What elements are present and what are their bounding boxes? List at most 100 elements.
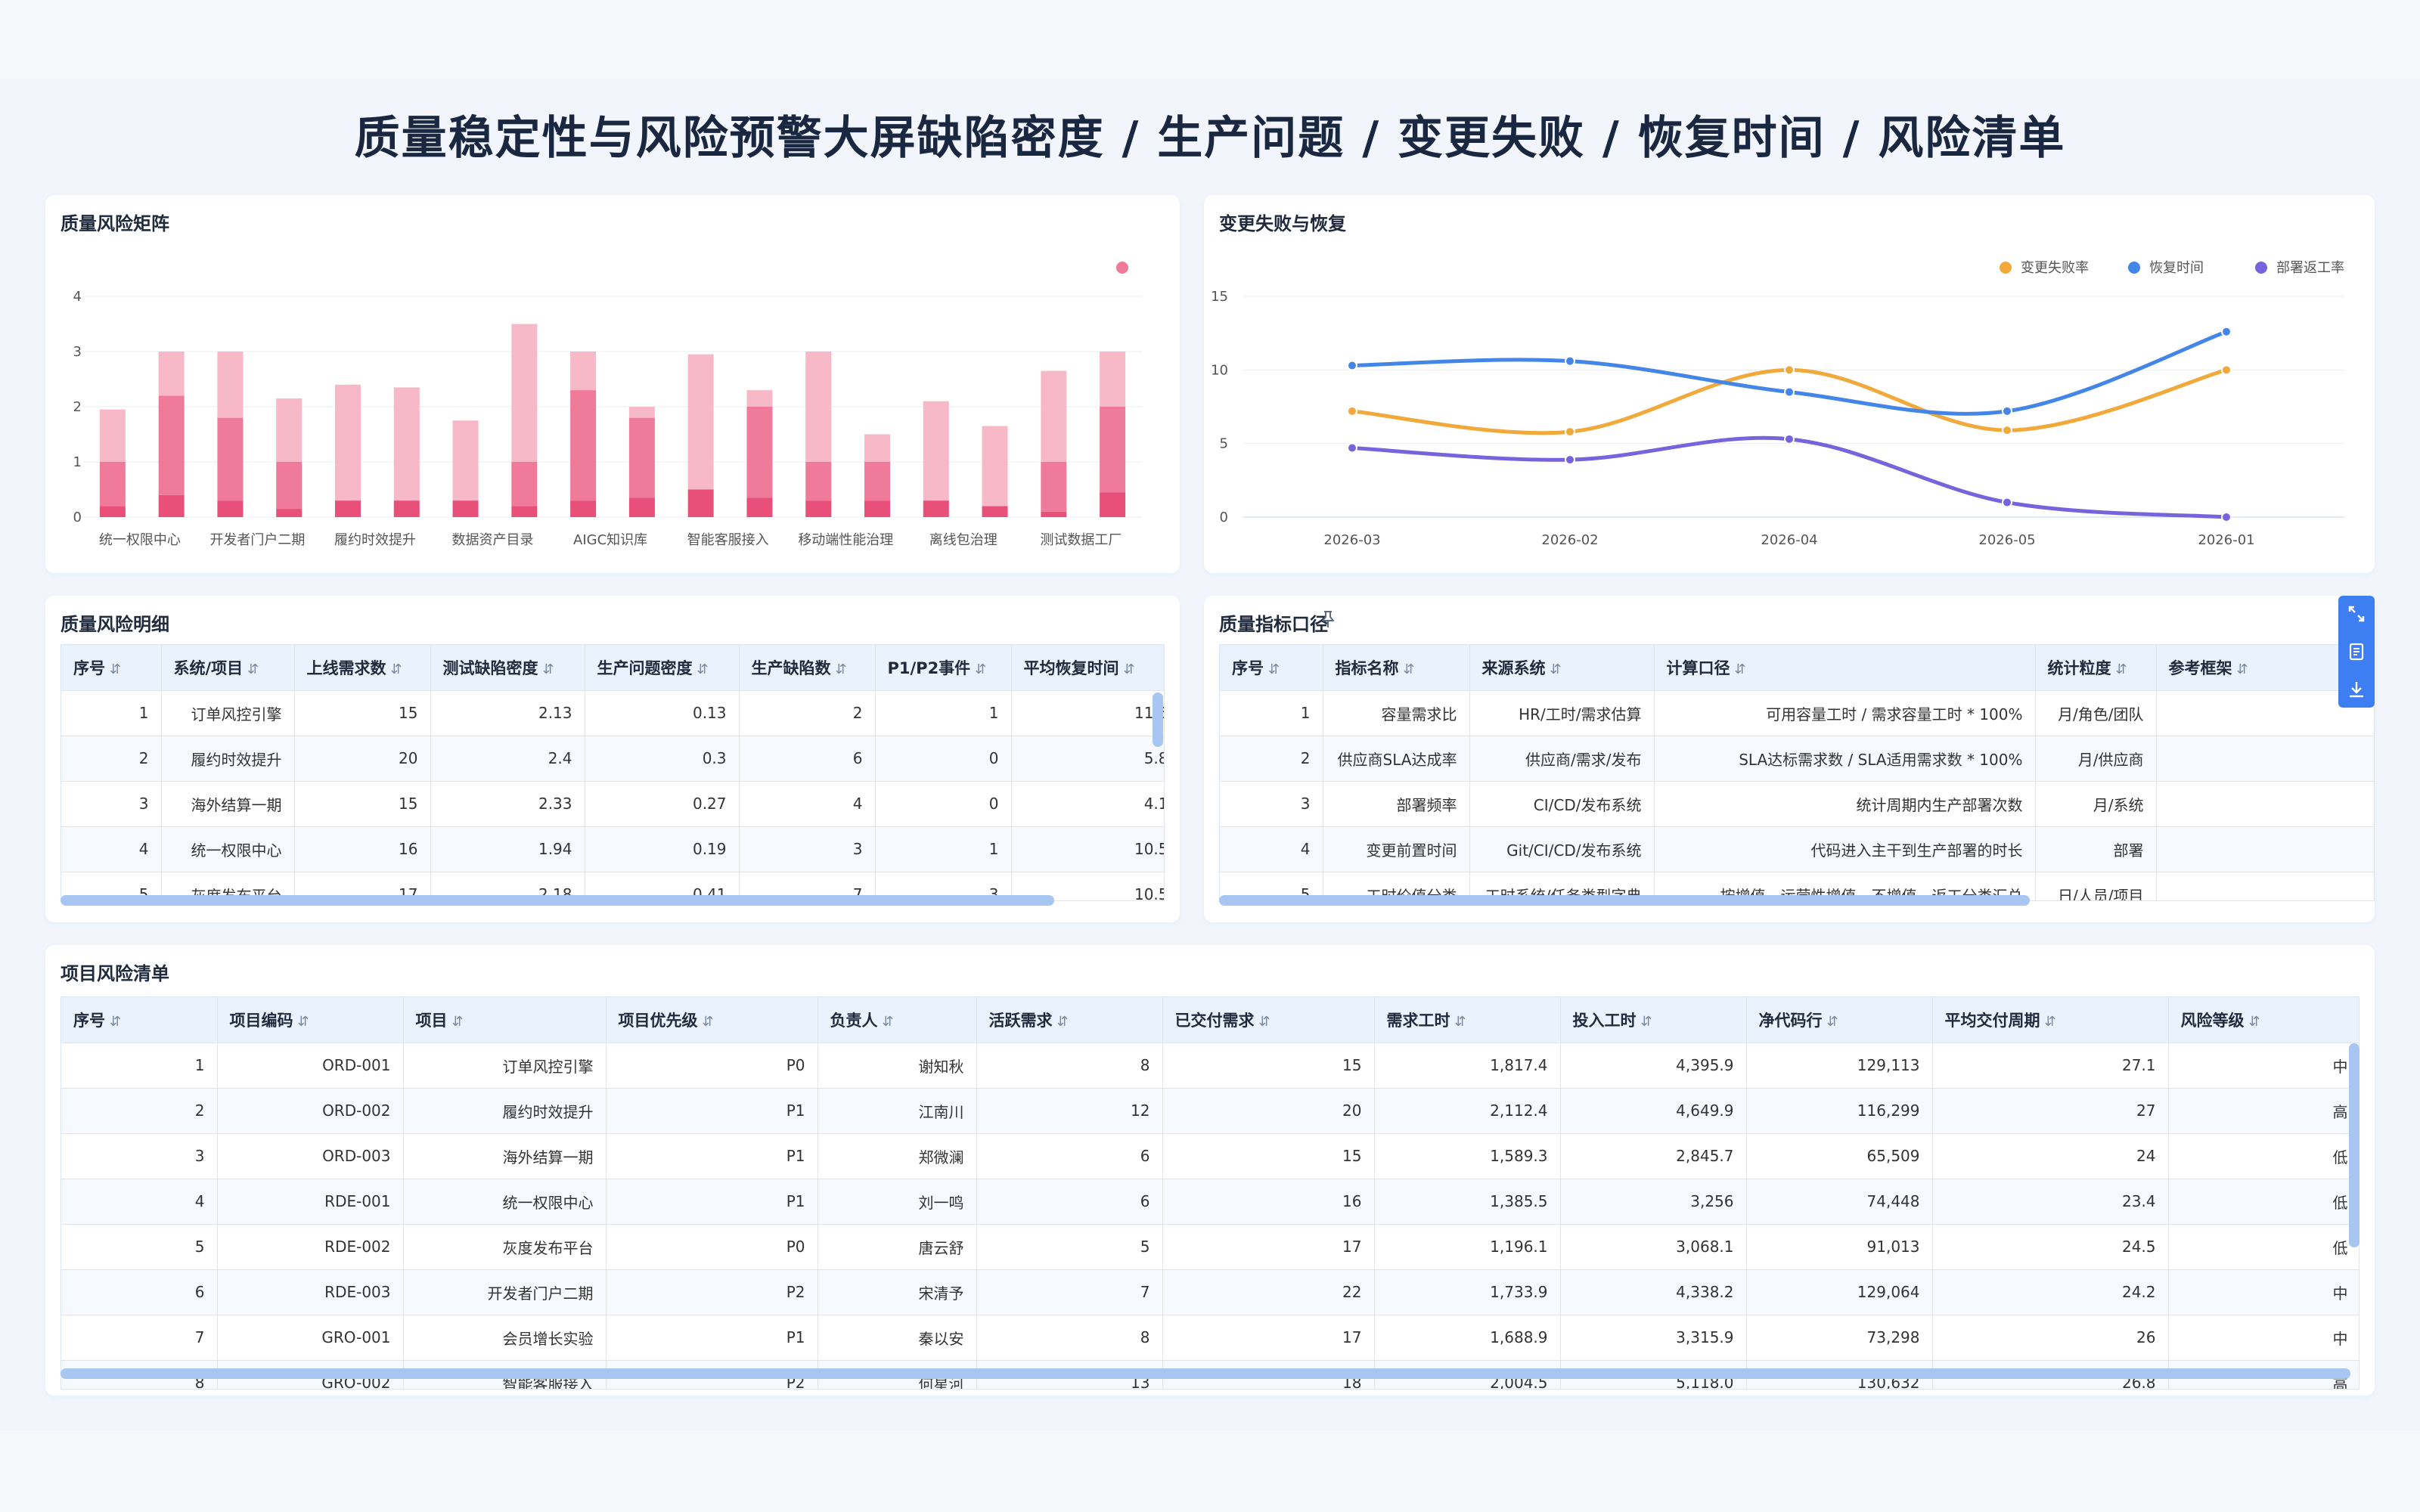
sort-icon[interactable]: ⇵ (247, 662, 259, 677)
bar-segment[interactable] (276, 509, 302, 517)
sort-icon[interactable]: ⇵ (110, 662, 121, 677)
vertical-scrollbar[interactable] (2349, 1043, 2360, 1247)
bar-segment[interactable] (805, 500, 832, 517)
horizontal-scrollbar[interactable] (1219, 895, 2030, 906)
bar-segment[interactable] (1100, 492, 1126, 517)
bar-segment[interactable] (99, 409, 126, 462)
column-header[interactable]: 净代码行 ⇵ (1746, 997, 1933, 1043)
column-header[interactable]: 指标名称 ⇵ (1323, 645, 1470, 691)
series-line[interactable] (1351, 435, 2227, 519)
bar-segment[interactable] (805, 462, 832, 501)
bar-segment[interactable] (746, 390, 773, 407)
sort-icon[interactable]: ⇵ (1641, 1014, 1652, 1030)
bar-segment[interactable] (452, 500, 479, 517)
metric-table-container[interactable]: 序号 ⇵ 指标名称 ⇵ 来源系统 ⇵ 计算口径 ⇵ 统计粒度 ⇵ 参考框架 ⇵ 1 容量需求比 HR/工时… (1219, 644, 2375, 901)
data-point[interactable] (2221, 326, 2232, 337)
bar-segment[interactable] (864, 434, 890, 463)
table-row[interactable]: 1 ORD-001 订单风控引擎 P0 谢知秋 8 15 1,817.4 4,395.9 129,… (61, 1043, 2359, 1089)
pin-icon[interactable] (1319, 609, 1337, 629)
table-row[interactable]: 4 RDE-001 统一权限中心 P1 刘一鸣 6 16 1,385.5 3,256 74,448… (61, 1179, 2359, 1225)
sort-icon[interactable]: ⇵ (2237, 662, 2248, 677)
table-row[interactable]: 7 GRO-001 会员增长实验 P1 秦以安 8 17 1,688.9 3,315.9 73,2… (61, 1315, 2359, 1361)
column-header[interactable]: 项目 ⇵ (403, 997, 607, 1043)
data-point[interactable] (2002, 405, 2012, 417)
data-point[interactable] (1347, 442, 1357, 454)
column-header[interactable]: 平均恢复时间 ⇵ (1011, 645, 1164, 691)
sort-icon[interactable]: ⇵ (1259, 1014, 1270, 1030)
series-line[interactable] (1351, 367, 2227, 435)
sort-icon[interactable]: ⇵ (298, 1014, 309, 1030)
table-row[interactable]: 3 ORD-003 海外结算一期 P1 郑微澜 6 15 1,589.3 2,845.7 65,5… (61, 1133, 2359, 1179)
table-row[interactable]: 3 部署频率 CI/CD/发布系统 统计周期内生产部署次数 月/系统 (1220, 781, 2374, 827)
bar-segment[interactable] (335, 384, 361, 501)
bar-segment[interactable] (687, 354, 714, 490)
bar-segment[interactable] (628, 497, 655, 517)
bar-segment[interactable] (511, 506, 538, 517)
bar-segment[interactable] (1100, 352, 1126, 407)
sort-icon[interactable]: ⇵ (1550, 662, 1562, 677)
sort-icon[interactable]: ⇵ (1268, 662, 1280, 677)
sort-icon[interactable]: ⇵ (703, 1014, 714, 1030)
column-header[interactable]: 计算口径 ⇵ (1654, 645, 2036, 691)
table-row[interactable]: 1订单风控引擎152.130.132111.5 (61, 690, 1164, 736)
sort-icon[interactable]: ⇵ (697, 662, 709, 677)
bar-segment[interactable] (217, 417, 244, 501)
data-point[interactable] (1565, 355, 1575, 367)
column-header[interactable]: 平均交付周期 ⇵ (1932, 997, 2169, 1043)
bar-segment[interactable] (805, 352, 832, 462)
data-point[interactable] (1784, 386, 1795, 398)
sort-icon[interactable]: ⇵ (2249, 1014, 2260, 1030)
bar-segment[interactable] (628, 417, 655, 498)
table-row[interactable]: 2 ORD-002 履约时效提升 P1 江南川 12 20 2,112.4 4,649.9 116… (61, 1088, 2359, 1134)
data-point[interactable] (2002, 425, 2012, 436)
sort-icon[interactable]: ⇵ (1124, 662, 1135, 677)
detail-table-container[interactable]: 序号 ⇵ 系统/项目 ⇵ 上线需求数 ⇵ 测试缺陷密度 ⇵ 生产问题密度 ⇵ 生产缺陷数 ⇵ P1/P2… (60, 644, 1165, 901)
bar-segment[interactable] (158, 352, 185, 396)
data-point[interactable] (1347, 405, 1357, 417)
bar-segment[interactable] (864, 462, 890, 501)
expand-button[interactable] (2338, 596, 2375, 632)
table-row[interactable]: 1 容量需求比 HR/工时/需求估算 可用容量工时 / 需求容量工时 * 100% 月/… (1220, 690, 2374, 736)
data-point[interactable] (1784, 364, 1795, 376)
download-button[interactable] (2338, 671, 2375, 708)
sort-icon[interactable]: ⇵ (836, 662, 847, 677)
column-header[interactable]: 风险等级 ⇵ (2168, 997, 2359, 1043)
bar-segment[interactable] (158, 395, 185, 495)
column-header[interactable]: 序号 ⇵ (61, 645, 162, 691)
bar-segment[interactable] (276, 462, 302, 510)
table-row[interactable]: 2 供应商SLA达成率 供应商/需求/发布 SLA达标需求数 / SLA适用需求数 *… (1220, 736, 2374, 782)
column-header[interactable]: 系统/项目 ⇵ (161, 645, 295, 691)
data-point[interactable] (2221, 364, 2232, 376)
column-header[interactable]: 序号 ⇵ (1220, 645, 1323, 691)
sort-icon[interactable]: ⇵ (543, 662, 554, 677)
column-header[interactable]: 项目编码 ⇵ (217, 997, 404, 1043)
sort-icon[interactable]: ⇵ (1057, 1014, 1069, 1030)
bar-segment[interactable] (335, 500, 361, 517)
sort-icon[interactable]: ⇵ (883, 1014, 894, 1030)
bar-segment[interactable] (217, 352, 244, 418)
column-header[interactable]: 生产问题密度 ⇵ (585, 645, 740, 691)
bar-segment[interactable] (746, 497, 773, 517)
column-header[interactable]: 需求工时 ⇵ (1374, 997, 1561, 1043)
bar-segment[interactable] (570, 352, 597, 391)
table-row[interactable]: 4统一权限中心161.940.193110.5 (61, 826, 1164, 872)
bar-segment[interactable] (628, 407, 655, 418)
sort-icon[interactable]: ⇵ (975, 662, 986, 677)
column-header[interactable]: P1/P2事件 ⇵ (875, 645, 1012, 691)
data-point[interactable] (2002, 497, 2012, 508)
bar-segment[interactable] (511, 324, 538, 463)
data-point[interactable] (2221, 512, 2232, 522)
bar-segment[interactable] (1041, 370, 1067, 462)
bar-segment[interactable] (217, 500, 244, 517)
legend-label[interactable]: 部署返工率 (2276, 260, 2344, 276)
legend-label[interactable]: 变更失败率 (2021, 260, 2089, 276)
data-point[interactable] (1565, 454, 1575, 466)
column-header[interactable]: 序号 ⇵ (61, 997, 218, 1043)
column-header[interactable]: 已交付需求 ⇵ (1162, 997, 1375, 1043)
column-header[interactable]: 活跃需求 ⇵ (976, 997, 1163, 1043)
data-point[interactable] (1565, 426, 1575, 438)
bar-segment[interactable] (452, 420, 479, 501)
sort-icon[interactable]: ⇵ (1735, 662, 1746, 677)
sort-icon[interactable]: ⇵ (2045, 1014, 2056, 1030)
bar-segment[interactable] (99, 506, 126, 517)
